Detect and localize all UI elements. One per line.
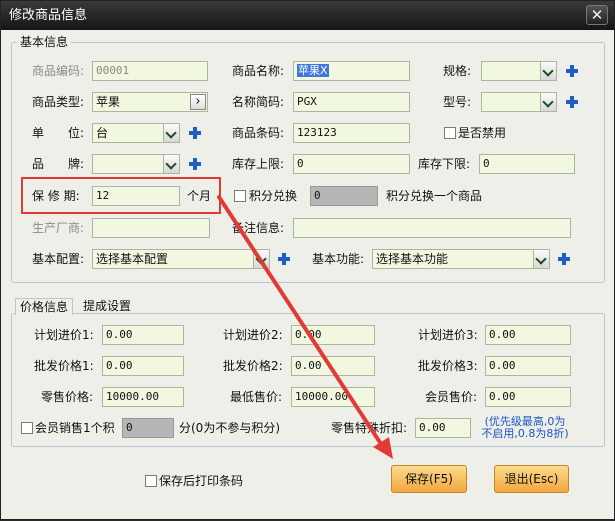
base-config-dropdown[interactable]: 选择基本配置: [92, 249, 270, 269]
spec-label: 规格:: [443, 64, 472, 78]
add-config-plus-icon[interactable]: [277, 252, 291, 266]
product-code-label: 商品编码:: [32, 64, 85, 78]
plan-cost-2-label: 计划进价2:: [223, 328, 283, 342]
disabled-checkbox[interactable]: [444, 127, 456, 139]
product-type-field[interactable]: 苹果 ›: [92, 92, 208, 112]
add-spec-plus-icon[interactable]: [565, 64, 579, 78]
member-points-label: 会员销售1个积: [35, 421, 115, 435]
tab-price-info[interactable]: 价格信息: [15, 298, 74, 315]
base-function-dropdown[interactable]: 选择基本功能: [372, 249, 550, 269]
discount-note: (优先级最高,0为 不启用,0.8为8折): [475, 416, 575, 440]
brand-label: 品 牌:: [32, 157, 85, 171]
wholesale-2-label: 批发价格2:: [223, 359, 283, 373]
plan-cost-3-field[interactable]: 0.00: [485, 325, 571, 345]
basic-info-title: 基本信息: [17, 34, 72, 50]
chevron-right-icon: ›: [195, 94, 201, 109]
special-discount-field[interactable]: 0.00: [415, 418, 471, 438]
warranty-label: 保 修 期:: [32, 189, 80, 203]
add-function-plus-icon[interactable]: [557, 252, 571, 266]
plan-cost-3-label: 计划进价3:: [418, 328, 478, 342]
product-type-value: 苹果: [96, 95, 121, 109]
wholesale-3-field[interactable]: 0.00: [485, 356, 571, 376]
chevron-down-icon[interactable]: [540, 62, 556, 80]
base-config-label: 基本配置:: [32, 252, 85, 266]
unit-value: 台: [96, 126, 109, 140]
warranty-unit: 个月: [187, 189, 212, 203]
chevron-down-icon[interactable]: [163, 124, 179, 142]
edit-product-dialog: 修改商品信息 ✕ 基本信息 商品编码: 00001 商品名称: 苹果X 规格: …: [0, 0, 615, 520]
remark-label: 备注信息:: [232, 221, 285, 235]
window-title: 修改商品信息: [9, 8, 88, 23]
wholesale-1-label: 批发价格1:: [34, 359, 94, 373]
barcode-field[interactable]: 123123: [293, 123, 410, 143]
chevron-down-icon[interactable]: [533, 250, 549, 268]
print-barcode-label: 保存后打印条码: [159, 474, 244, 488]
plan-cost-1-field[interactable]: 0.00: [102, 325, 184, 345]
retail-price-label: 零售价格:: [41, 390, 94, 404]
member-points-field[interactable]: 0: [122, 418, 174, 438]
spec-dropdown[interactable]: [481, 61, 557, 81]
tab-commission-settings[interactable]: 提成设置: [79, 298, 135, 314]
points-exchange-suffix: 积分兑换一个商品: [386, 189, 483, 203]
stock-max-field[interactable]: 0: [293, 154, 410, 174]
plan-cost-1-label: 计划进价1:: [34, 328, 94, 342]
points-exchange-checkbox[interactable]: [234, 190, 246, 202]
retail-price-field[interactable]: 10000.00: [102, 387, 184, 407]
discount-note-line2: 不启用,0.8为8折): [481, 427, 569, 440]
stock-max-label: 库存上限:: [232, 157, 285, 171]
points-exchange-field[interactable]: 0: [310, 186, 378, 206]
stock-min-field[interactable]: 0: [479, 154, 575, 174]
exit-button[interactable]: 退出(Esc): [494, 465, 569, 493]
wholesale-1-field[interactable]: 0.00: [102, 356, 184, 376]
warranty-field[interactable]: 12: [92, 186, 180, 206]
product-name-field[interactable]: 苹果X: [293, 61, 410, 81]
base-function-value: 选择基本功能: [376, 252, 449, 266]
close-button[interactable]: ✕: [586, 5, 608, 25]
add-unit-plus-icon[interactable]: [188, 126, 202, 140]
wholesale-2-field[interactable]: 0.00: [291, 356, 375, 376]
product-name-selected: 苹果X: [297, 64, 329, 77]
member-price-label: 会员售价:: [425, 390, 478, 404]
product-name-label: 商品名称:: [232, 64, 285, 78]
model-dropdown[interactable]: [481, 92, 557, 112]
brand-dropdown[interactable]: [92, 154, 180, 174]
base-function-label: 基本功能:: [312, 252, 365, 266]
maker-label: 生产厂商:: [32, 221, 85, 235]
add-model-plus-icon[interactable]: [565, 95, 579, 109]
wholesale-3-label: 批发价格3:: [418, 359, 478, 373]
product-type-picker-button[interactable]: ›: [190, 94, 206, 110]
stock-min-label: 库存下限:: [418, 157, 471, 171]
plan-cost-2-field[interactable]: 0.00: [291, 325, 375, 345]
base-config-value: 选择基本配置: [96, 252, 169, 266]
product-type-label: 商品类型:: [32, 95, 85, 109]
unit-label: 单 位:: [32, 126, 85, 140]
min-price-label: 最低售价:: [230, 390, 283, 404]
save-button[interactable]: 保存(F5): [391, 465, 467, 493]
title-bar[interactable]: 修改商品信息 ✕: [1, 1, 614, 30]
maker-field[interactable]: [92, 218, 210, 238]
barcode-label: 商品条码:: [232, 126, 285, 140]
disabled-label: 是否禁用: [458, 126, 507, 140]
points-exchange-label: 积分兑换: [249, 189, 298, 203]
product-code-field[interactable]: 00001: [92, 61, 208, 81]
model-label: 型号:: [443, 95, 472, 109]
member-points-checkbox[interactable]: [21, 422, 33, 434]
member-price-field[interactable]: 0.00: [485, 387, 571, 407]
chevron-down-icon[interactable]: [540, 93, 556, 111]
short-code-field[interactable]: PGX: [293, 92, 410, 112]
chevron-down-icon[interactable]: [253, 250, 269, 268]
member-points-suffix: 分(0为不参与积分): [179, 421, 280, 435]
remark-field[interactable]: [293, 218, 571, 238]
special-discount-label: 零售特殊折扣:: [331, 421, 408, 435]
print-barcode-checkbox[interactable]: [145, 475, 157, 487]
add-brand-plus-icon[interactable]: [188, 157, 202, 171]
short-code-label: 名称简码:: [232, 95, 285, 109]
chevron-down-icon[interactable]: [163, 155, 179, 173]
min-price-field[interactable]: 10000.00: [291, 387, 375, 407]
unit-dropdown[interactable]: 台: [92, 123, 180, 143]
